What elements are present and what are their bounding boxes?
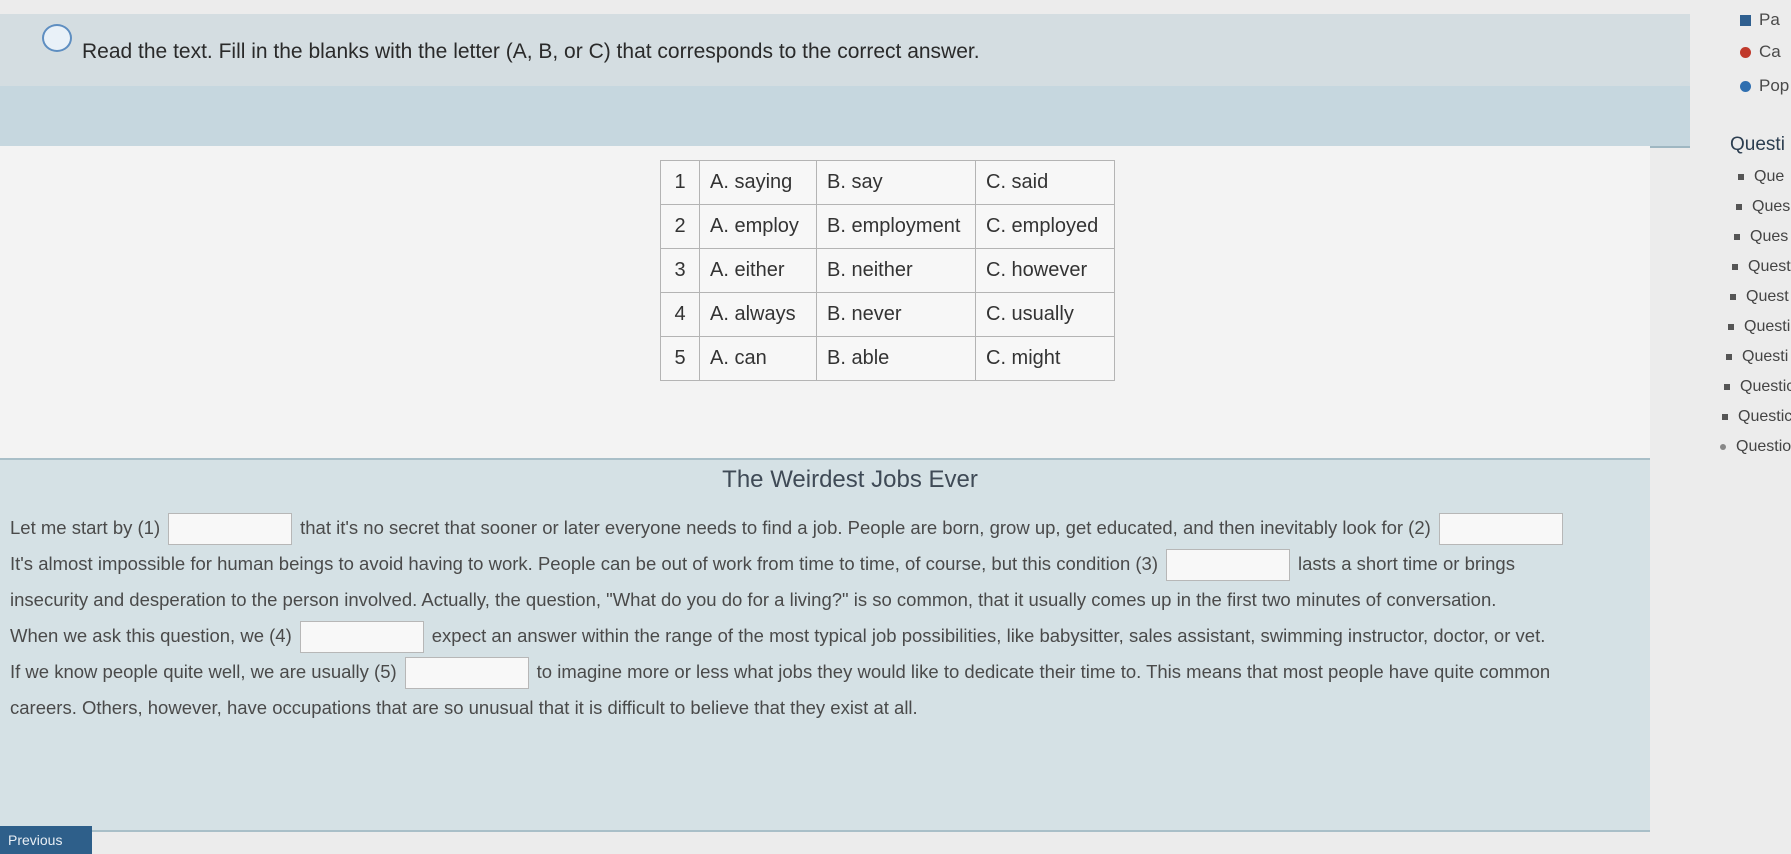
header-band (0, 86, 1690, 148)
passage-line: insecurity and desperation to the person… (10, 582, 1660, 618)
question-link[interactable]: Questic (1724, 378, 1791, 396)
table-row: 3 A. either B. neither C. however (660, 248, 1115, 293)
questions-heading: Questi (1730, 134, 1785, 155)
option-c: C. might (975, 336, 1115, 381)
question-sidebar: Pa Ca Pop Questi Que Ques Ques Quest Que… (1700, 0, 1791, 854)
question-link[interactable]: Questio (1720, 438, 1791, 456)
table-row: 5 A. can B. able C. might (660, 336, 1115, 381)
question-label: Questio (1736, 438, 1791, 455)
bullet-icon (1722, 413, 1728, 420)
passage-line: When we ask this question, we (4) expect … (10, 618, 1660, 654)
option-a: A. can (699, 336, 817, 381)
question-label: Que (1754, 168, 1785, 185)
question-label: Ques (1752, 198, 1791, 215)
passage-text: Let me start by (1) that it's no secret t… (10, 510, 1660, 726)
option-b: B. employment (816, 204, 976, 249)
option-b: B. able (816, 336, 976, 381)
blank-4-input[interactable] (299, 621, 424, 654)
passage-line: Let me start by (1) that it's no secret t… (10, 510, 1660, 546)
question-link[interactable]: Quest (1730, 288, 1789, 306)
passage-segment: to imagine more or less what jobs they w… (536, 661, 1551, 682)
table-row: 4 A. always B. never C. usually (660, 292, 1115, 337)
dot-icon (1740, 81, 1751, 93)
option-a: A. either (699, 248, 817, 293)
passage-line: careers. Others, however, have occupatio… (10, 690, 1660, 726)
option-number: 5 (660, 336, 700, 381)
question-label: Quest (1746, 288, 1789, 305)
question-label: Quest (1748, 258, 1791, 275)
option-c: C. however (975, 248, 1115, 293)
passage-segment: lasts a short time or brings (1298, 553, 1515, 574)
bullet-icon (1728, 323, 1734, 330)
passage-segment: that it's no secret that sooner or later… (300, 517, 1431, 538)
option-a: A. employ (699, 204, 817, 249)
blank-3-input[interactable] (1166, 549, 1291, 582)
table-row: 1 A. saying B. say C. said (660, 160, 1115, 205)
passage-line: It's almost impossible for human beings … (10, 546, 1660, 582)
passage-segment: expect an answer within the range of the… (431, 625, 1546, 646)
option-b: B. neither (816, 248, 976, 293)
blank-5-input[interactable] (404, 657, 529, 690)
bullet-icon (1730, 293, 1736, 300)
legend-label: Pop (1759, 76, 1790, 95)
option-b: B. say (816, 160, 976, 205)
passage-segment: Let me start by (1) (10, 517, 161, 538)
instruction-text: Read the text. Fill in the blanks with t… (82, 40, 980, 63)
blank-1-input[interactable] (168, 513, 293, 546)
option-number: 4 (660, 292, 700, 337)
current-question-icon (1720, 443, 1726, 450)
question-label: Questic (1738, 408, 1791, 425)
option-b: B. never (816, 292, 976, 337)
bullet-icon (1734, 233, 1740, 240)
question-label: Ques (1750, 228, 1789, 245)
option-number: 2 (660, 204, 700, 249)
bullet-icon (1732, 263, 1738, 270)
question-label: Questi (1742, 348, 1789, 365)
blank-2-input[interactable] (1438, 513, 1563, 546)
question-label: Questic (1740, 378, 1791, 395)
passage-segment: It's almost impossible for human beings … (10, 553, 1159, 574)
legend-label: Ca (1759, 42, 1781, 61)
question-link[interactable]: Quest (1732, 258, 1791, 276)
question-link[interactable]: Ques (1736, 198, 1790, 216)
question-link[interactable]: Questic (1722, 408, 1791, 426)
legend-item: Pa (1740, 10, 1780, 30)
dot-icon (1740, 47, 1751, 59)
bullet-icon (1736, 203, 1742, 210)
table-row: 2 A. employ B. employment C. employed (660, 204, 1115, 249)
option-a: A. always (699, 292, 817, 337)
option-c: C. usually (975, 292, 1115, 337)
legend-item: Pop (1740, 76, 1789, 96)
option-number: 3 (660, 248, 700, 293)
previous-button[interactable]: Previous (0, 826, 92, 854)
passage-segment: careers. Others, however, have occupatio… (10, 697, 918, 718)
bullet-icon (1726, 353, 1732, 360)
question-link[interactable]: Ques (1734, 228, 1788, 246)
square-icon (1740, 15, 1751, 27)
answer-options-table: 1 A. saying B. say C. said 2 A. employ B… (660, 160, 1115, 381)
passage-segment: If we know people quite well, we are usu… (10, 661, 397, 682)
bullet-icon (1724, 383, 1730, 390)
bullet-icon (1738, 173, 1744, 180)
passage-segment: When we ask this question, we (4) (10, 625, 292, 646)
option-number: 1 (660, 160, 700, 205)
option-c: C. said (975, 160, 1115, 205)
question-link[interactable]: Que (1738, 168, 1784, 186)
passage-line: If we know people quite well, we are usu… (10, 654, 1660, 690)
question-icon (42, 24, 72, 52)
legend-item: Ca (1740, 42, 1781, 62)
option-c: C. employed (975, 204, 1115, 249)
legend-label: Pa (1759, 10, 1780, 29)
passage-segment: insecurity and desperation to the person… (10, 589, 1497, 610)
passage-title: The Weirdest Jobs Ever (722, 466, 978, 493)
question-label: Questi (1744, 318, 1791, 335)
question-link[interactable]: Questi (1726, 348, 1788, 366)
question-link[interactable]: Questi (1728, 318, 1790, 336)
option-a: A. saying (699, 160, 817, 205)
